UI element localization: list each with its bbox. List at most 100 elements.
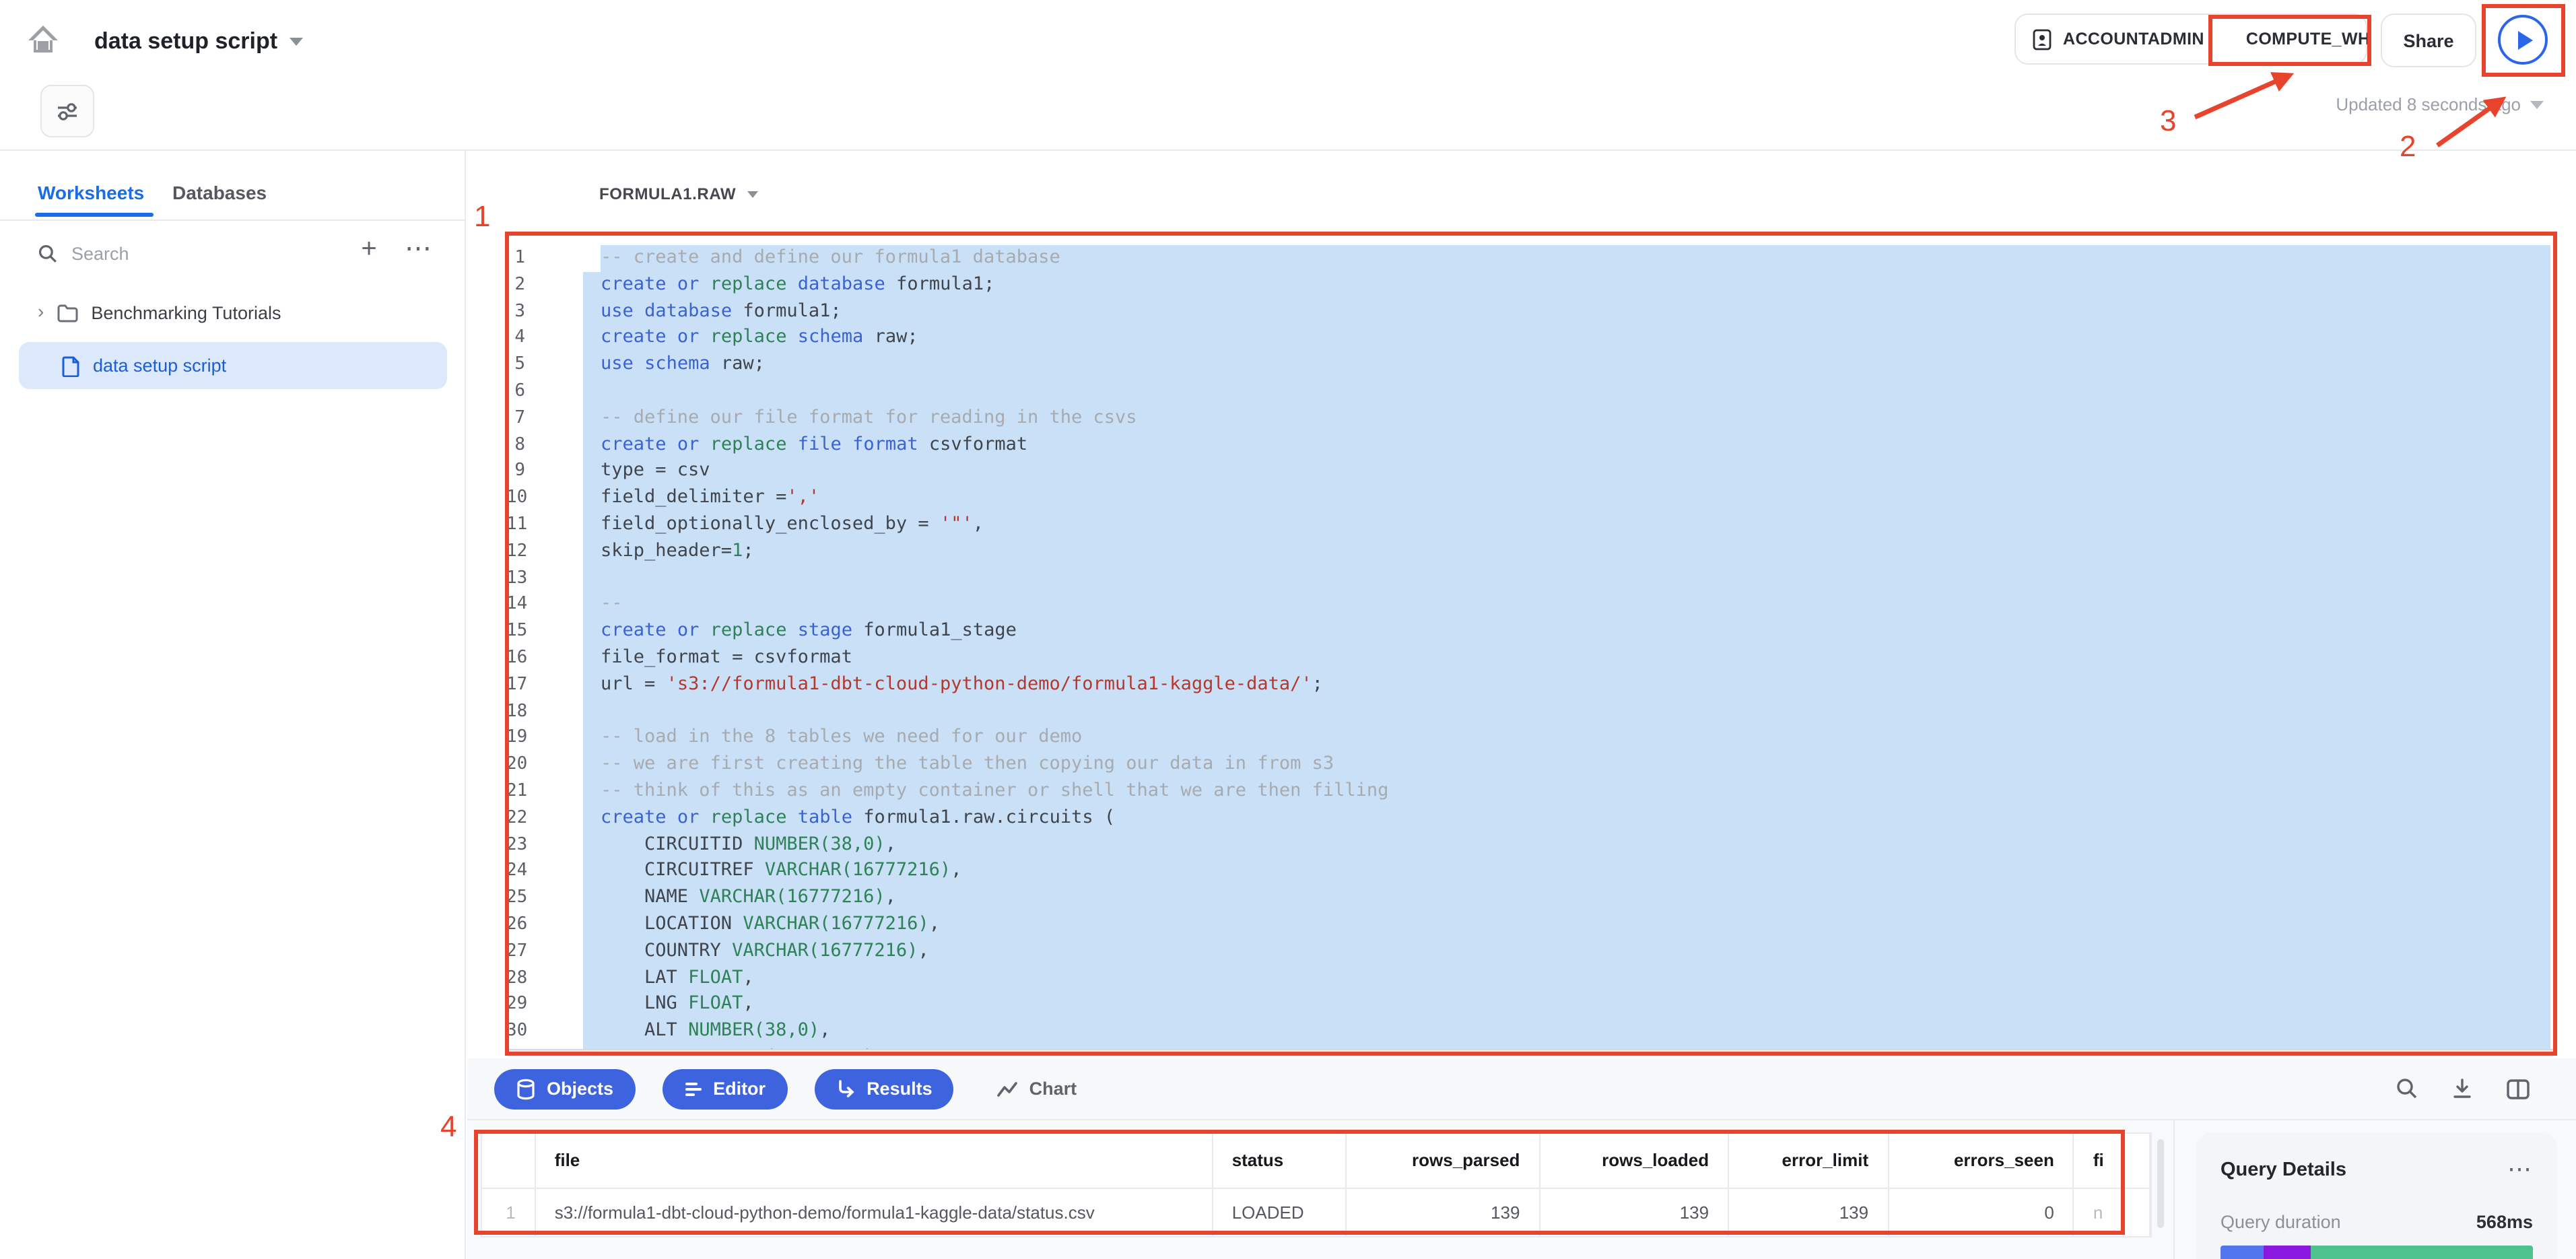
line-number: 1 [506,245,525,272]
right-panel-divider [2173,1120,2175,1259]
code-text: create or replace schema raw; [601,325,918,352]
new-worksheet-button[interactable]: + [353,234,385,265]
objects-icon [516,1078,536,1099]
query-details-more-button[interactable]: ⋯ [2507,1155,2533,1184]
share-button[interactable]: Share [2381,13,2476,67]
updated-status[interactable]: Updated 8 seconds ago [2336,94,2544,114]
code-line[interactable]: 6 [506,378,2554,405]
code-line[interactable]: 9type = csv [506,458,2554,485]
code-line[interactable]: 10field_delimiter =',' [506,485,2554,512]
code-line[interactable]: 8create or replace file format csvformat [506,432,2554,458]
folder-chevron-icon[interactable]: › [38,300,44,322]
editor-horizontal-scrollbar[interactable] [508,1049,2553,1057]
filters-button[interactable] [40,85,94,137]
results-table-wrapper[interactable]: filestatusrows_parsedrows_loadederror_li… [481,1132,2152,1237]
context-selector[interactable]: ACCOUNTADMIN COMPUTE_WH [2014,13,2367,65]
search-icon [38,243,58,263]
database-context-dropdown[interactable]: FORMULA1.RAW [599,184,757,203]
search-placeholder: Search [71,243,129,263]
code-line[interactable]: 3use database formula1; [506,298,2554,325]
column-header[interactable]: fi [2074,1134,2150,1188]
code-line[interactable]: 20-- we are first creating the table the… [506,751,2554,778]
query-details-card: Query Details ⋯ Query duration 568ms [2196,1132,2557,1259]
code-line[interactable]: 15create or replace stage formula1_stage [506,618,2554,645]
code-text: use database formula1; [601,298,842,325]
code-line[interactable]: 4create or replace schema raw; [506,325,2554,352]
code-line[interactable]: 2create or replace database formula1; [506,272,2554,299]
code-line[interactable]: 12skip_header=1; [506,539,2554,566]
code-line[interactable]: 1 -- create and define our formula1 datab… [506,245,2554,272]
objects-toggle-button[interactable]: Objects [494,1068,635,1109]
code-line[interactable]: 18 [506,698,2554,725]
column-header[interactable]: file [535,1134,1213,1188]
code-line[interactable]: 13 [506,565,2554,592]
column-header[interactable]: error_limit [1728,1134,1888,1188]
code-line[interactable]: 29 LNG FLOAT, [506,992,2554,1019]
download-results-icon[interactable] [2451,1077,2474,1100]
code-text: COUNTRY VARCHAR(16777216), [601,939,929,965]
sidebar-item-data-setup-script[interactable]: data setup script [19,342,447,389]
code-line[interactable]: 27 COUNTRY VARCHAR(16777216), [506,939,2554,965]
code-line[interactable]: 30 ALT NUMBER(38,0), [506,1018,2554,1045]
code-text: skip_header=1; [601,539,754,566]
code-line[interactable]: 7-- define our file format for reading i… [506,405,2554,432]
code-text: -- we are first creating the table then … [601,751,1334,778]
code-line[interactable]: 23 CIRCUITID NUMBER(38,0), [506,831,2554,858]
line-number: 26 [506,912,525,939]
line-number: 29 [506,992,525,1019]
results-toggle-button[interactable]: Results [814,1068,954,1109]
search-results-icon[interactable] [2396,1077,2418,1100]
search-input[interactable]: Search [38,237,307,269]
run-button[interactable] [2498,15,2548,65]
code-line[interactable]: 17url = 's3://formula1-dbt-cloud-python-… [506,672,2554,699]
table-row[interactable]: 1s3://formula1-dbt-cloud-python-demo/for… [482,1188,2150,1236]
results-vertical-scrollbar[interactable] [2157,1139,2164,1228]
column-header[interactable]: errors_seen [1888,1134,2074,1188]
sidebar-more-button[interactable]: ⋯ [401,232,436,265]
home-button[interactable] [24,20,62,58]
sql-editor[interactable]: 1 -- create and define our formula1 datab… [506,233,2554,1056]
code-line[interactable]: 11field_optionally_enclosed_by = '"', [506,512,2554,539]
code-text: use schema raw; [601,351,765,378]
code-line[interactable]: 14-- [506,592,2554,619]
column-header[interactable]: status [1213,1134,1346,1188]
folder-label: Benchmarking Tutorials [91,302,281,322]
warehouse-label: COMPUTE_WH [2246,30,2371,48]
code-text: NAME VARCHAR(16777216), [601,885,896,912]
code-text: -- create and define our formula1 databa… [601,245,1060,272]
editor-toggle-button[interactable]: Editor [662,1068,787,1109]
column-header[interactable] [482,1134,535,1188]
table-cell: 139 [1539,1188,1728,1236]
code-text: ALT NUMBER(38,0), [601,1018,830,1045]
code-text: create or replace database formula1; [601,272,994,299]
code-text: LOCATION VARCHAR(16777216), [601,912,940,939]
results-header-row: filestatusrows_parsedrows_loadederror_li… [482,1134,2150,1188]
tab-worksheets[interactable]: Worksheets [38,182,144,203]
code-line[interactable]: 26 LOCATION VARCHAR(16777216), [506,912,2554,939]
table-cell: 1 [482,1188,535,1236]
line-number: 27 [506,939,525,965]
split-columns-icon[interactable] [2506,1078,2530,1099]
code-line[interactable]: 25 NAME VARCHAR(16777216), [506,885,2554,912]
code-line[interactable]: 16file_format = csvformat [506,645,2554,672]
code-line[interactable]: 22create or replace table formula1.raw.c… [506,805,2554,832]
column-header[interactable]: rows_parsed [1346,1134,1540,1188]
share-button-label: Share [2403,30,2453,50]
worksheet-title-row[interactable]: data setup script [94,28,303,55]
code-line[interactable]: 5use schema raw; [506,351,2554,378]
code-line[interactable]: 28 LAT FLOAT, [506,965,2554,992]
chart-toggle-button[interactable]: Chart [997,1079,1077,1099]
code-line[interactable]: 24 CIRCUITREF VARCHAR(16777216), [506,858,2554,885]
role-label: ACCOUNTADMIN [2063,30,2204,48]
results-panel: filestatusrows_parsedrows_loadederror_li… [467,1120,2576,1259]
code-line[interactable]: 21-- think of this as an empty container… [506,778,2554,805]
annotation-label-3: 3 [2160,104,2177,139]
tab-databases[interactable]: Databases [172,182,267,203]
sidebar-folder-benchmarking-tutorials[interactable]: › Benchmarking Tutorials [38,302,281,323]
code-line[interactable]: 19-- load in the 8 tables we need for ou… [506,725,2554,752]
duration-bar-segment [2264,1246,2311,1259]
column-header[interactable]: rows_loaded [1539,1134,1728,1188]
folder-icon [56,302,79,322]
line-number: 23 [506,831,525,858]
play-icon [2517,30,2532,49]
